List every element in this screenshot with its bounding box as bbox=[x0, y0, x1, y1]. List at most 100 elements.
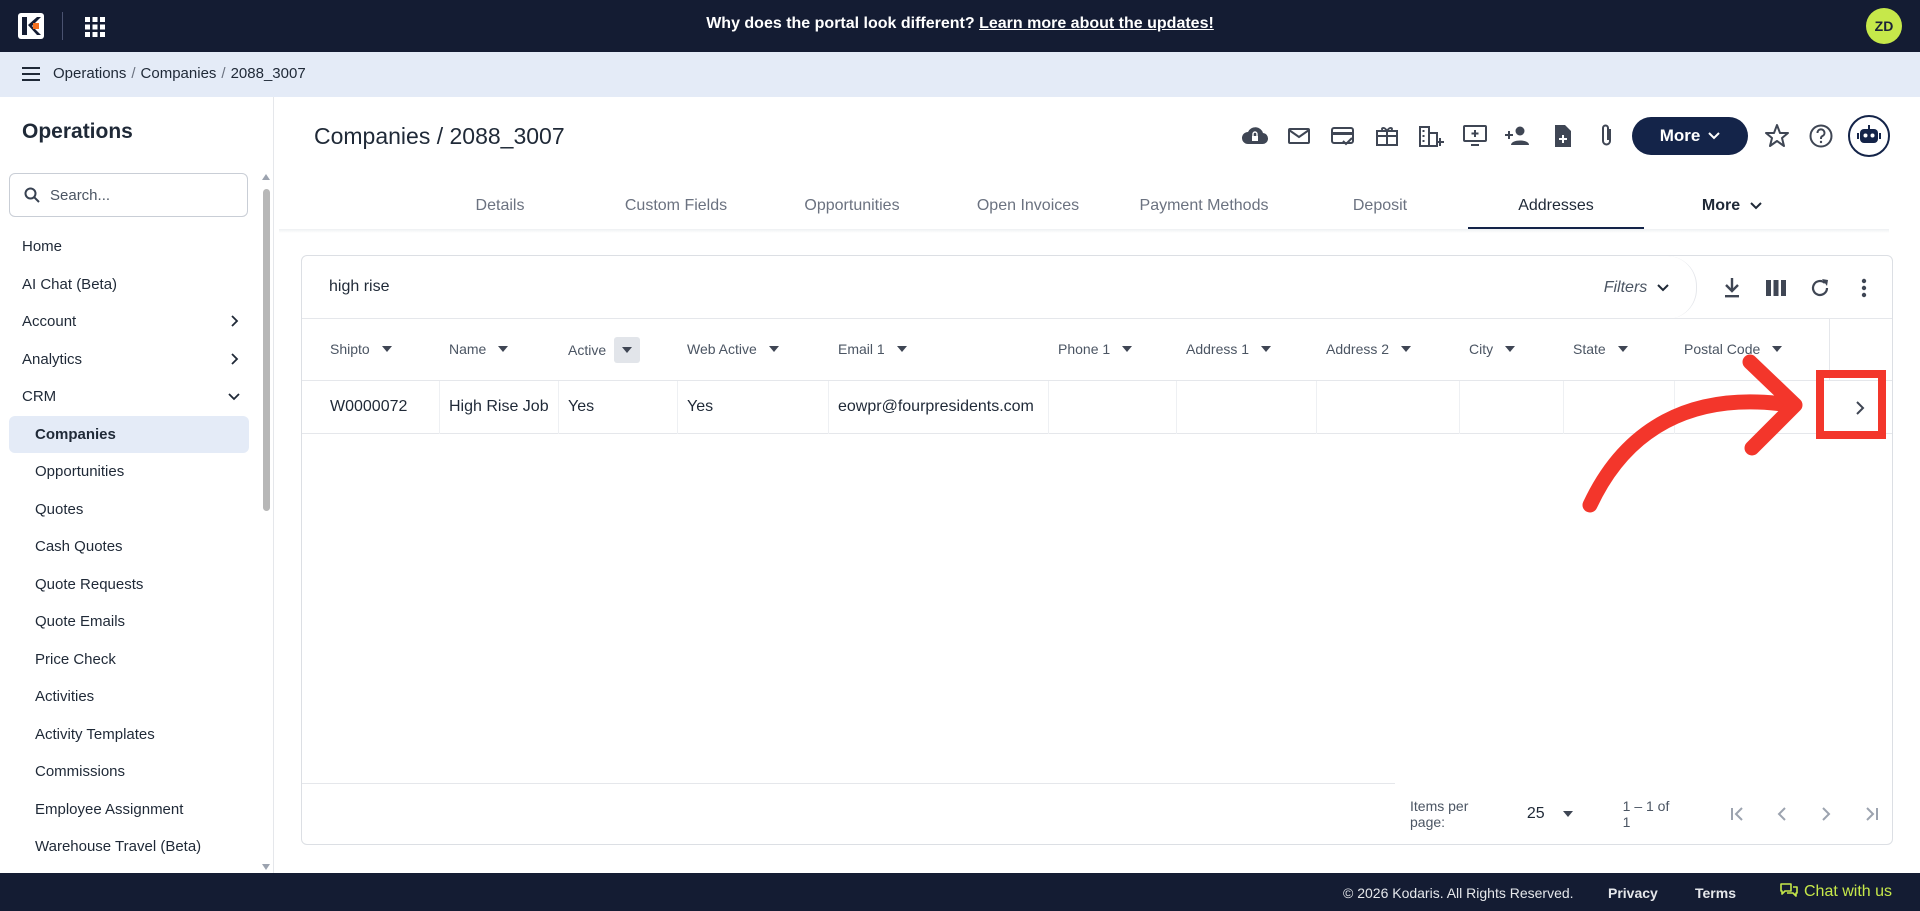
sidebar-item-quote-emails[interactable]: Quote Emails bbox=[0, 603, 258, 641]
items-per-page-value: 25 bbox=[1526, 805, 1545, 822]
buildings-add-icon[interactable] bbox=[1409, 118, 1453, 154]
star-icon[interactable] bbox=[1764, 123, 1790, 149]
column-header-address2[interactable]: Address 2 bbox=[1326, 341, 1412, 357]
tab-payment-methods[interactable]: Payment Methods bbox=[1116, 183, 1292, 229]
refresh-icon[interactable] bbox=[1798, 272, 1842, 304]
tab-opportunities[interactable]: Opportunities bbox=[764, 183, 940, 229]
download-icon[interactable] bbox=[1710, 272, 1754, 304]
sidebar-item-commissions[interactable]: Commissions bbox=[0, 753, 258, 791]
person-add-icon[interactable] bbox=[1497, 118, 1541, 154]
breadcrumb-separator: / bbox=[221, 65, 226, 82]
sidebar-search[interactable] bbox=[9, 173, 248, 217]
items-per-page-select[interactable]: 25 bbox=[1527, 805, 1573, 823]
tab-deposit[interactable]: Deposit bbox=[1292, 183, 1468, 229]
column-label: Phone 1 bbox=[1058, 341, 1111, 357]
sidebar-item-crm[interactable]: CRM bbox=[0, 378, 258, 416]
sidebar-item-analytics[interactable]: Analytics bbox=[0, 341, 258, 379]
hamburger-menu-icon[interactable] bbox=[22, 67, 40, 81]
sidebar-item-label: CRM bbox=[22, 388, 57, 406]
paperclip-icon[interactable] bbox=[1585, 118, 1629, 154]
scroll-down-arrow-icon[interactable] bbox=[261, 863, 271, 871]
tab-addresses[interactable]: Addresses bbox=[1468, 183, 1644, 229]
next-page-button[interactable] bbox=[1804, 794, 1848, 834]
sidebar-item-account[interactable]: Account bbox=[0, 303, 258, 341]
sidebar-item-home[interactable]: Home bbox=[0, 228, 258, 266]
column-header-address1[interactable]: Address 1 bbox=[1186, 341, 1272, 357]
filter-search-value[interactable]: high rise bbox=[329, 278, 389, 296]
footer-terms-link[interactable]: Terms bbox=[1695, 885, 1736, 901]
sidebar-item-ai-chat[interactable]: AI Chat (Beta) bbox=[0, 266, 258, 304]
more-actions-label: More bbox=[1659, 126, 1701, 145]
tabs-shadow bbox=[279, 229, 1889, 233]
column-header-shipto[interactable]: Shipto bbox=[330, 341, 392, 357]
sort-caret-icon bbox=[1772, 346, 1783, 352]
column-label: Name bbox=[449, 341, 487, 357]
sidebar-item-label: Activities bbox=[35, 688, 95, 706]
column-header-name[interactable]: Name bbox=[449, 341, 509, 357]
footer-privacy-link[interactable]: Privacy bbox=[1608, 885, 1658, 901]
columns-icon[interactable] bbox=[1754, 272, 1798, 304]
sidebar-search-input[interactable] bbox=[50, 186, 230, 204]
sidebar-item-companies[interactable]: Companies bbox=[9, 415, 249, 453]
chevron-left-icon bbox=[1778, 807, 1787, 821]
sidebar-item-employee-assignment[interactable]: Employee Assignment bbox=[0, 791, 258, 829]
more-actions-button[interactable]: More bbox=[1632, 117, 1748, 155]
breadcrumb: Operations / Companies/2088_3007 bbox=[53, 65, 306, 82]
top-banner: Why does the portal look different? Lear… bbox=[0, 0, 1920, 52]
sidebar-item-activities[interactable]: Activities bbox=[0, 678, 258, 716]
gift-icon[interactable] bbox=[1365, 118, 1409, 154]
row-open-button[interactable] bbox=[1842, 391, 1878, 425]
column-header-email1[interactable]: Email 1 bbox=[838, 341, 907, 357]
cell-divider bbox=[558, 381, 559, 434]
column-header-phone1[interactable]: Phone 1 bbox=[1058, 341, 1133, 357]
column-header-postal-code[interactable]: Postal Code bbox=[1684, 341, 1783, 357]
sidebar-item-cash-quotes[interactable]: Cash Quotes bbox=[0, 528, 258, 566]
sidebar-item-price-check[interactable]: Price Check bbox=[0, 641, 258, 679]
sort-caret-icon bbox=[1505, 346, 1516, 352]
scroll-up-arrow-icon[interactable] bbox=[261, 173, 271, 181]
last-page-button[interactable] bbox=[1848, 794, 1892, 834]
previous-page-button[interactable] bbox=[1761, 794, 1805, 834]
cloud-lock-icon[interactable] bbox=[1233, 118, 1277, 154]
paginator-divider bbox=[302, 783, 1395, 784]
tab-open-invoices[interactable]: Open Invoices bbox=[940, 183, 1116, 229]
file-add-icon[interactable] bbox=[1541, 118, 1585, 154]
sidebar-item-quotes[interactable]: Quotes bbox=[0, 491, 258, 529]
items-per-page-label: Items per page: bbox=[1410, 798, 1469, 830]
column-label: Address 2 bbox=[1326, 341, 1390, 357]
tab-more[interactable]: More bbox=[1644, 183, 1820, 229]
breadcrumb-item-companies[interactable]: Companies bbox=[141, 65, 217, 82]
column-header-state[interactable]: State bbox=[1573, 341, 1628, 357]
monitor-add-icon[interactable] bbox=[1453, 118, 1497, 154]
more-vertical-icon[interactable] bbox=[1842, 272, 1886, 304]
chat-with-us-button[interactable]: Chat with us bbox=[1780, 883, 1892, 901]
mail-icon[interactable] bbox=[1277, 118, 1321, 154]
help-icon[interactable] bbox=[1808, 123, 1834, 149]
sort-caret-icon bbox=[1261, 346, 1272, 352]
sidebar-item-quote-requests[interactable]: Quote Requests bbox=[0, 566, 258, 604]
banner-learn-more-link[interactable]: Learn more about the updates! bbox=[979, 15, 1214, 32]
column-header-web-active[interactable]: Web Active bbox=[687, 341, 779, 357]
filters-button[interactable]: Filters bbox=[1577, 256, 1697, 319]
breadcrumb-item-operations[interactable]: Operations bbox=[53, 65, 126, 82]
column-header-city[interactable]: City bbox=[1469, 341, 1516, 357]
card-check-icon[interactable] bbox=[1321, 118, 1365, 154]
table-row[interactable]: W0000072 High Rise Job Yes Yes eowpr@fou… bbox=[302, 381, 1892, 434]
ai-assistant-button[interactable] bbox=[1848, 115, 1890, 157]
tab-details[interactable]: Details bbox=[412, 183, 588, 229]
user-avatar[interactable]: ZD bbox=[1866, 8, 1902, 44]
cell-divider bbox=[1048, 381, 1049, 434]
sidebar-item-warehouse-travel[interactable]: Warehouse Travel (Beta) bbox=[0, 828, 258, 866]
tab-custom-fields[interactable]: Custom Fields bbox=[588, 183, 764, 229]
sidebar-item-activity-templates[interactable]: Activity Templates bbox=[0, 716, 258, 754]
header-divider bbox=[1829, 319, 1830, 381]
sidebar-item-label: Analytics bbox=[22, 350, 83, 368]
sidebar-scrollbar-thumb[interactable] bbox=[263, 189, 270, 511]
sidebar-item-opportunities[interactable]: Opportunities bbox=[0, 453, 258, 491]
sidebar-nav: Home AI Chat (Beta) Account Analytics CR… bbox=[0, 228, 258, 866]
last-page-icon bbox=[1866, 807, 1879, 821]
column-header-active[interactable]: Active bbox=[568, 337, 641, 363]
sort-caret-icon bbox=[1617, 346, 1628, 352]
first-page-button[interactable] bbox=[1717, 794, 1761, 834]
column-filter-toggle[interactable] bbox=[614, 337, 641, 363]
